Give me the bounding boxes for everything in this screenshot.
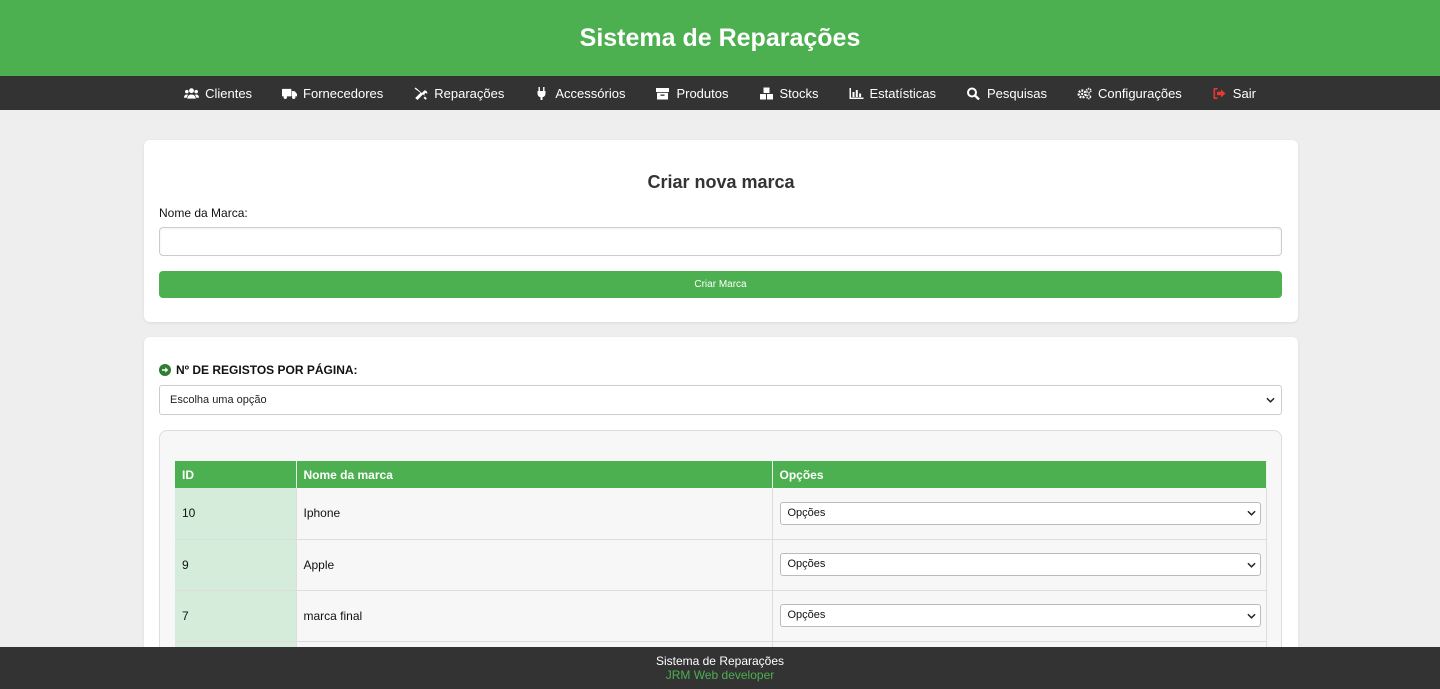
row-options-value: Opções bbox=[787, 506, 826, 519]
table-row: 10 Iphone Opções bbox=[175, 488, 1267, 540]
nav-item-label: Clientes bbox=[205, 85, 253, 101]
table-row: 9 Apple Opções bbox=[175, 539, 1267, 591]
footer-app-name: Sistema de Reparações bbox=[655, 654, 785, 668]
plug-icon bbox=[534, 86, 549, 100]
footer-developer-link[interactable]: JRM Web developer bbox=[0, 668, 1440, 682]
brand-name-label: Nome da Marca: bbox=[159, 206, 248, 220]
row-options-value: Opções bbox=[787, 558, 826, 570]
nav-item-estatisticas[interactable]: Estatísticas bbox=[849, 86, 936, 101]
nav-item-label: Accessórios bbox=[555, 85, 626, 101]
app-footer: Sistema de Reparações JRM Web developer bbox=[0, 647, 1440, 689]
row-id-cell: 10 bbox=[175, 488, 297, 540]
chevron-down-icon bbox=[1246, 605, 1256, 626]
records-per-page-select[interactable]: Escolha uma opção bbox=[159, 385, 1282, 415]
row-options-select[interactable]: Opções bbox=[779, 501, 1261, 525]
nav-item-accessorios[interactable]: Accessórios bbox=[534, 86, 625, 101]
row-options-select[interactable]: Opções bbox=[779, 604, 1261, 627]
brand-table: ID Nome da marca Opções 10 Iphone Opções bbox=[175, 461, 1267, 647]
arrow-circle-right-icon bbox=[159, 364, 171, 376]
boxes-icon bbox=[759, 87, 774, 100]
sign-out-icon bbox=[1212, 87, 1227, 100]
nav-item-label: Pesquisas bbox=[986, 85, 1047, 101]
chevron-down-icon bbox=[1246, 503, 1256, 524]
column-header-options: Opções bbox=[772, 461, 1267, 488]
nav-item-label: Estatísticas bbox=[869, 85, 936, 101]
row-options-cell: Opções bbox=[772, 539, 1267, 591]
row-brand-name-cell: Apple bbox=[296, 539, 773, 591]
app-header: Sistema de Reparações bbox=[0, 0, 1440, 76]
row-id-cell: 9 bbox=[175, 539, 297, 591]
chart-icon bbox=[849, 87, 864, 100]
table-header-row: ID Nome da marca Opções bbox=[175, 461, 1267, 488]
row-options-value: Opções bbox=[787, 609, 826, 621]
brand-table-container: ID Nome da marca Opções 10 Iphone Opções bbox=[159, 430, 1282, 647]
brand-name-input[interactable] bbox=[159, 227, 1282, 256]
table-row: 7 marca final Opções bbox=[175, 590, 1267, 642]
column-header-brand-name: Nome da marca bbox=[296, 461, 773, 488]
nav-item-label: Stocks bbox=[779, 85, 819, 101]
box-icon bbox=[655, 87, 670, 100]
nav-item-label: Fornecedores bbox=[303, 85, 384, 101]
create-brand-button[interactable]: Criar Marca bbox=[159, 271, 1282, 298]
nav-item-label: Produtos bbox=[676, 85, 729, 101]
main-nav: Clientes Fornecedores Reparações Accessó… bbox=[0, 76, 1440, 110]
row-brand-name-cell: marca final bbox=[296, 590, 773, 642]
records-per-page-label: Nº DE REGISTOS POR PÁGINA: bbox=[159, 363, 1283, 377]
nav-item-clientes[interactable]: Clientes bbox=[184, 86, 252, 101]
tools-icon bbox=[413, 87, 428, 100]
row-id-cell: 7 bbox=[175, 590, 297, 642]
main-content: Criar nova marca Nome da Marca: Criar Ma… bbox=[0, 110, 1440, 647]
row-brand-name-cell: Iphone bbox=[296, 488, 773, 540]
chevron-down-icon bbox=[1266, 386, 1275, 414]
nav-item-produtos[interactable]: Produtos bbox=[655, 85, 729, 101]
column-header-id: ID bbox=[175, 461, 297, 488]
records-per-page-value: Escolha uma opção bbox=[170, 394, 267, 406]
nav-item-label: Sair bbox=[1232, 85, 1256, 101]
nav-item-sair[interactable]: Sair bbox=[1212, 86, 1256, 101]
chevron-down-icon bbox=[1246, 554, 1256, 575]
row-options-cell: Opções bbox=[772, 488, 1267, 540]
nav-item-stocks[interactable]: Stocks bbox=[759, 86, 819, 101]
records-per-page-text: Nº DE REGISTOS POR PÁGINA: bbox=[176, 363, 358, 377]
brand-list-card: Nº DE REGISTOS POR PÁGINA: Escolha uma o… bbox=[144, 337, 1298, 647]
users-icon bbox=[184, 87, 200, 100]
create-brand-card: Criar nova marca Nome da Marca: Criar Ma… bbox=[144, 140, 1298, 322]
row-options-select[interactable]: Opções bbox=[779, 553, 1261, 576]
nav-item-label: Reparações bbox=[434, 85, 505, 101]
truck-icon bbox=[282, 87, 298, 100]
row-options-cell: Opções bbox=[772, 590, 1267, 642]
nav-item-configuracoes[interactable]: Configurações bbox=[1077, 86, 1182, 101]
nav-item-label: Configurações bbox=[1097, 85, 1182, 101]
page-title: Sistema de Reparações bbox=[579, 23, 861, 52]
gears-icon bbox=[1077, 87, 1092, 100]
nav-item-pesquisas[interactable]: Pesquisas bbox=[966, 86, 1047, 101]
create-brand-title: Criar nova marca bbox=[647, 172, 795, 192]
nav-item-reparacoes[interactable]: Reparações bbox=[413, 86, 504, 101]
nav-item-fornecedores[interactable]: Fornecedores bbox=[282, 86, 383, 101]
search-icon bbox=[966, 87, 981, 100]
